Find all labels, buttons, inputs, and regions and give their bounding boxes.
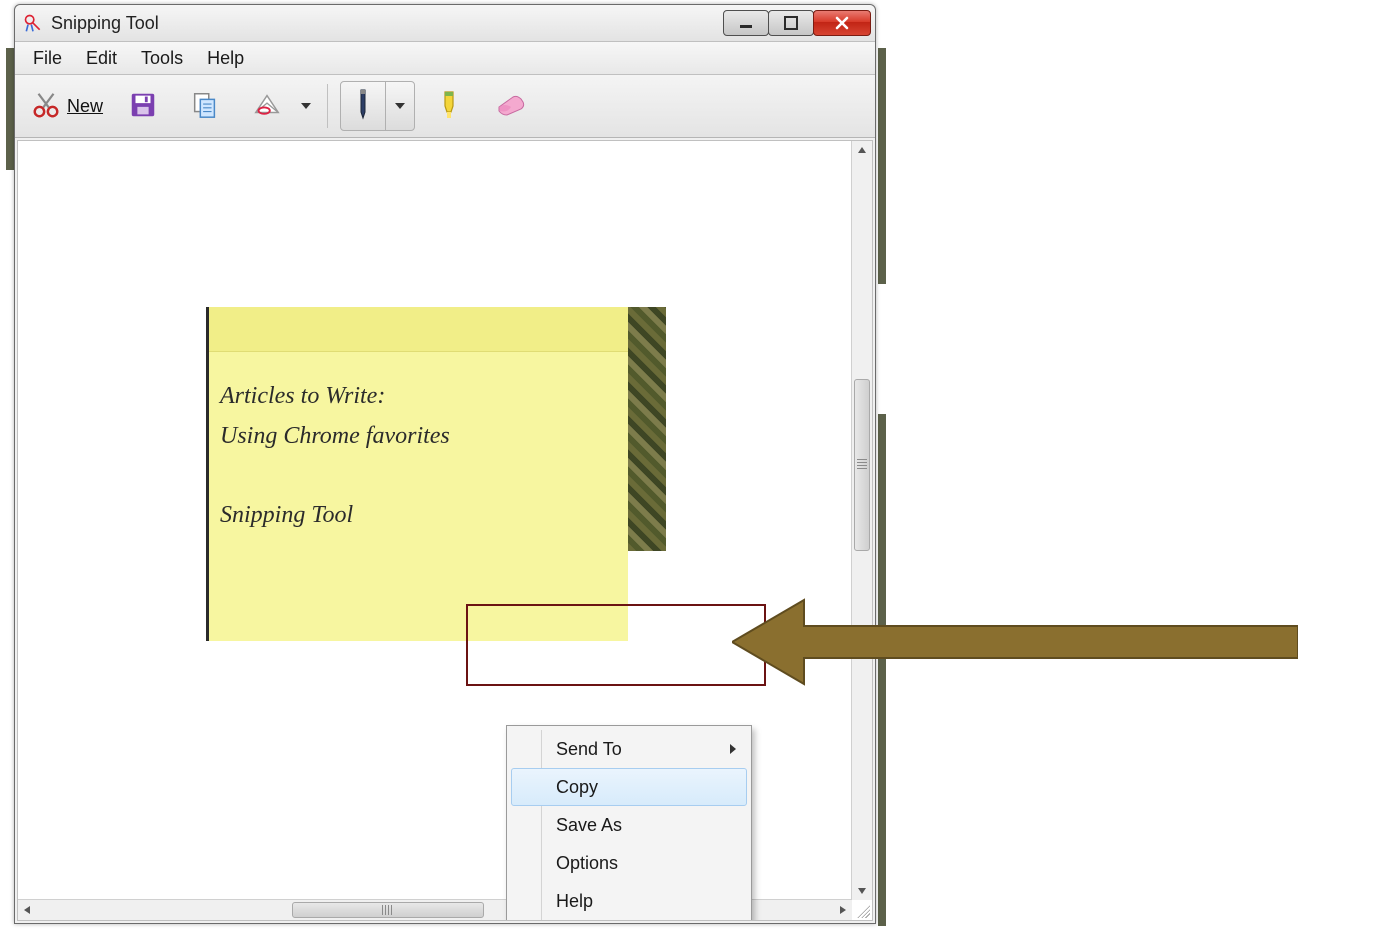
sticky-note-text: Articles to Write: Using Chrome favorite… — [220, 377, 450, 535]
chevron-down-icon — [301, 98, 311, 114]
scroll-left-arrow[interactable] — [18, 900, 36, 920]
canvas-area[interactable]: Articles to Write: Using Chrome favorite… — [17, 140, 873, 921]
scroll-down-arrow[interactable] — [852, 882, 872, 900]
toolbar: New — [15, 75, 875, 138]
ctx-send-to[interactable]: Send To — [511, 730, 747, 768]
send-dropdown[interactable] — [297, 84, 315, 128]
sticky-note-header — [209, 307, 628, 352]
save-button[interactable] — [115, 84, 171, 128]
window-controls — [724, 10, 871, 36]
copy-button-toolbar[interactable] — [177, 84, 233, 128]
eraser-icon — [495, 93, 527, 120]
ctx-label: Save As — [556, 815, 622, 836]
snipping-tool-icon — [23, 13, 43, 33]
resize-grip[interactable] — [854, 902, 870, 918]
new-snip-button[interactable]: New — [25, 84, 109, 128]
menu-file[interactable]: File — [21, 44, 74, 73]
desktop-sliver — [878, 414, 886, 926]
scroll-right-arrow[interactable] — [834, 900, 852, 920]
ctx-label: Copy — [556, 777, 598, 798]
pen-split-button[interactable] — [340, 81, 415, 131]
scroll-thumb[interactable] — [854, 379, 870, 551]
envelope-icon — [252, 90, 282, 123]
ctx-label: Send To — [556, 739, 622, 760]
highlighter-icon — [435, 88, 463, 125]
chevron-down-icon — [395, 98, 405, 114]
ctx-save-as[interactable]: Save As — [511, 806, 747, 844]
menu-tools[interactable]: Tools — [129, 44, 195, 73]
desktop-sliver — [6, 48, 14, 170]
background-texture — [628, 307, 666, 551]
pen-dropdown[interactable] — [386, 82, 414, 130]
vertical-scrollbar[interactable] — [851, 141, 872, 900]
desktop-sliver — [878, 48, 886, 284]
titlebar[interactable]: Snipping Tool — [15, 5, 875, 42]
copy-icon — [190, 90, 220, 123]
maximize-button[interactable] — [768, 10, 814, 36]
save-icon — [128, 90, 158, 123]
ctx-help[interactable]: Help — [511, 882, 747, 920]
captured-snip: Articles to Write: Using Chrome favorite… — [206, 307, 666, 641]
scroll-track[interactable] — [852, 159, 872, 882]
scroll-thumb[interactable] — [292, 902, 484, 918]
scissors-icon — [31, 90, 61, 123]
eraser-button[interactable] — [483, 84, 539, 128]
scroll-up-arrow[interactable] — [852, 141, 872, 159]
snipping-tool-window: Snipping Tool File Edit Tools Help — [14, 4, 876, 924]
ctx-copy[interactable]: Copy — [511, 768, 747, 806]
new-label: New — [67, 96, 103, 117]
minimize-button[interactable] — [723, 10, 769, 36]
send-button[interactable] — [239, 84, 291, 128]
toolbar-separator — [327, 84, 328, 128]
ctx-label: Options — [556, 853, 618, 874]
submenu-arrow-icon — [730, 744, 736, 754]
window-title: Snipping Tool — [51, 13, 724, 34]
ctx-options[interactable]: Options — [511, 844, 747, 882]
pen-button[interactable] — [341, 82, 386, 130]
menu-edit[interactable]: Edit — [74, 44, 129, 73]
context-menu: Send To Copy Save As Options Help — [506, 725, 752, 921]
close-button[interactable] — [813, 10, 871, 36]
highlighter-button[interactable] — [421, 84, 477, 128]
ctx-label: Help — [556, 891, 593, 912]
pen-icon — [350, 88, 376, 125]
menu-help[interactable]: Help — [195, 44, 256, 73]
menubar: File Edit Tools Help — [15, 42, 875, 75]
